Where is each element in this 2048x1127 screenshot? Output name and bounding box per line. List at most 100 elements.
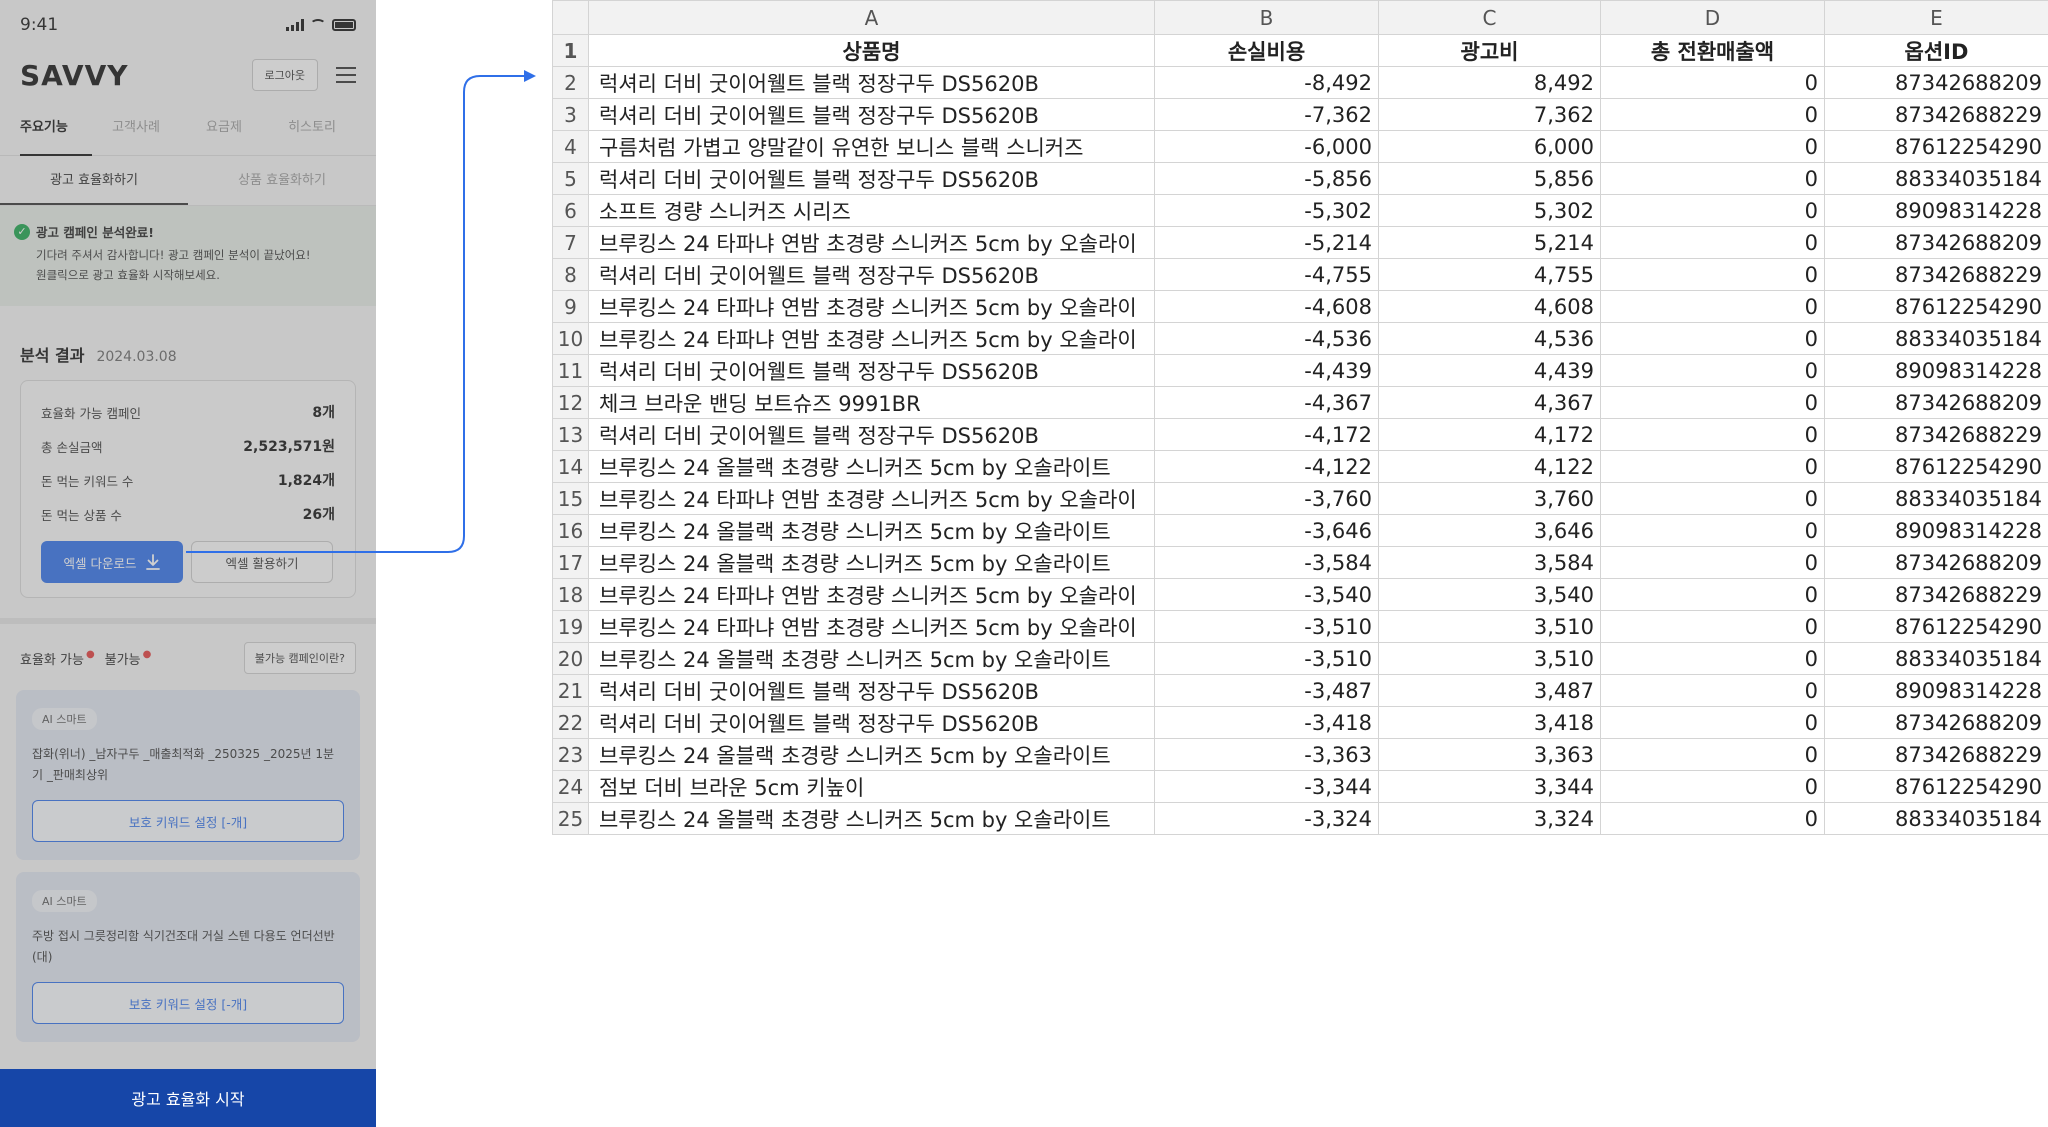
table-cell[interactable]: 3,510 — [1378, 610, 1601, 643]
table-cell[interactable]: 3,510 — [1378, 642, 1601, 675]
table-cell[interactable]: 87342688229 — [1824, 578, 2048, 611]
sub-tab-product-optimize[interactable]: 상품 효율화하기 — [188, 156, 376, 205]
table-cell[interactable]: 5,214 — [1378, 226, 1601, 259]
table-cell[interactable]: 5,856 — [1378, 162, 1601, 195]
row-number[interactable]: 21 — [552, 674, 589, 707]
row-number[interactable]: 22 — [552, 706, 589, 739]
table-cell[interactable]: 럭셔리 더비 굿이어웰트 블랙 정장구두 DS5620B — [588, 98, 1155, 131]
table-cell[interactable]: 0 — [1600, 482, 1825, 515]
row-number[interactable]: 4 — [552, 130, 589, 163]
table-cell[interactable]: 3,487 — [1378, 674, 1601, 707]
table-cell[interactable]: 럭셔리 더비 굿이어웰트 블랙 정장구두 DS5620B — [588, 258, 1155, 291]
table-cell[interactable]: 브루킹스 24 올블랙 초경량 스니커즈 5cm by 오솔라이트 — [588, 802, 1155, 835]
table-cell[interactable]: 0 — [1600, 738, 1825, 771]
table-cell[interactable]: 89098314228 — [1824, 354, 2048, 387]
table-cell[interactable]: 88334035184 — [1824, 802, 2048, 835]
header-cell[interactable]: 광고비 — [1378, 34, 1601, 67]
table-cell[interactable]: 0 — [1600, 194, 1825, 227]
table-cell[interactable]: 브루킹스 24 타파냐 연밤 초경량 스니커즈 5cm by 오솔라이 — [588, 290, 1155, 323]
table-cell[interactable]: -5,856 — [1154, 162, 1379, 195]
table-cell[interactable]: 4,536 — [1378, 322, 1601, 355]
savvy-logo[interactable]: SAVVY — [20, 59, 129, 92]
table-cell[interactable]: 럭셔리 더비 굿이어웰트 블랙 정장구두 DS5620B — [588, 66, 1155, 99]
table-cell[interactable]: 럭셔리 더비 굿이어웰트 블랙 정장구두 DS5620B — [588, 706, 1155, 739]
table-cell[interactable]: -3,646 — [1154, 514, 1379, 547]
column-header-a[interactable]: A — [588, 0, 1155, 35]
sub-tab-ad-optimize[interactable]: 광고 효율화하기 — [0, 156, 188, 205]
table-cell[interactable]: 브루킹스 24 올블랙 초경량 스니커즈 5cm by 오솔라이트 — [588, 642, 1155, 675]
table-cell[interactable]: 87342688229 — [1824, 98, 2048, 131]
table-cell[interactable]: 87612254290 — [1824, 770, 2048, 803]
table-cell[interactable]: 7,362 — [1378, 98, 1601, 131]
table-cell[interactable]: -3,584 — [1154, 546, 1379, 579]
table-cell[interactable]: 브루킹스 24 타파냐 연밤 초경량 스니커즈 5cm by 오솔라이 — [588, 226, 1155, 259]
table-cell[interactable]: 87342688229 — [1824, 258, 2048, 291]
table-cell[interactable]: 럭셔리 더비 굿이어웰트 블랙 정장구두 DS5620B — [588, 162, 1155, 195]
table-cell[interactable]: 3,344 — [1378, 770, 1601, 803]
row-number[interactable]: 3 — [552, 98, 589, 131]
table-cell[interactable]: 4,439 — [1378, 354, 1601, 387]
table-cell[interactable]: -7,362 — [1154, 98, 1379, 131]
header-cell[interactable]: 옵션ID — [1824, 34, 2048, 67]
impossible-campaign-info-button[interactable]: 불가능 캠페인이란? — [243, 642, 356, 674]
table-cell[interactable]: 0 — [1600, 450, 1825, 483]
select-all-corner[interactable] — [552, 0, 589, 35]
table-cell[interactable]: 럭셔리 더비 굿이어웰트 블랙 정장구두 DS5620B — [588, 418, 1155, 451]
table-cell[interactable]: -3,540 — [1154, 578, 1379, 611]
table-cell[interactable]: -3,510 — [1154, 642, 1379, 675]
logout-button[interactable]: 로그아웃 — [251, 59, 318, 91]
table-cell[interactable]: 럭셔리 더비 굿이어웰트 블랙 정장구두 DS5620B — [588, 354, 1155, 387]
row-number[interactable]: 23 — [552, 738, 589, 771]
table-cell[interactable]: 4,608 — [1378, 290, 1601, 323]
row-number[interactable]: 5 — [552, 162, 589, 195]
table-cell[interactable]: 87342688229 — [1824, 418, 2048, 451]
table-cell[interactable]: 0 — [1600, 642, 1825, 675]
table-cell[interactable]: 0 — [1600, 322, 1825, 355]
table-cell[interactable]: 브루킹스 24 타파냐 연밤 초경량 스니커즈 5cm by 오솔라이 — [588, 322, 1155, 355]
hamburger-menu-icon[interactable] — [336, 67, 356, 83]
table-cell[interactable]: 89098314228 — [1824, 194, 2048, 227]
table-cell[interactable]: 89098314228 — [1824, 514, 2048, 547]
table-cell[interactable]: 3,418 — [1378, 706, 1601, 739]
row-number[interactable]: 15 — [552, 482, 589, 515]
row-number[interactable]: 20 — [552, 642, 589, 675]
table-cell[interactable]: 87612254290 — [1824, 130, 2048, 163]
table-cell[interactable]: 0 — [1600, 226, 1825, 259]
table-cell[interactable]: 0 — [1600, 66, 1825, 99]
table-cell[interactable]: 0 — [1600, 386, 1825, 419]
table-cell[interactable]: -8,492 — [1154, 66, 1379, 99]
table-cell[interactable]: 소프트 경량 스니커즈 시리즈 — [588, 194, 1155, 227]
table-cell[interactable]: 4,367 — [1378, 386, 1601, 419]
table-cell[interactable]: 87342688209 — [1824, 386, 2048, 419]
table-cell[interactable]: -5,302 — [1154, 194, 1379, 227]
table-cell[interactable]: 87342688209 — [1824, 226, 2048, 259]
table-cell[interactable]: -3,760 — [1154, 482, 1379, 515]
column-header-d[interactable]: D — [1600, 0, 1825, 35]
table-cell[interactable]: 0 — [1600, 258, 1825, 291]
table-cell[interactable]: 브루킹스 24 타파냐 연밤 초경량 스니커즈 5cm by 오솔라이 — [588, 482, 1155, 515]
row-number[interactable]: 17 — [552, 546, 589, 579]
table-cell[interactable]: 0 — [1600, 674, 1825, 707]
nav-tab-cases[interactable]: 고객사례 — [92, 100, 180, 156]
table-cell[interactable]: 3,584 — [1378, 546, 1601, 579]
table-cell[interactable]: -4,367 — [1154, 386, 1379, 419]
nav-tab-pricing[interactable]: 요금제 — [180, 100, 268, 156]
row-number[interactable]: 13 — [552, 418, 589, 451]
row-number[interactable]: 1 — [552, 34, 589, 67]
row-number[interactable]: 2 — [552, 66, 589, 99]
header-cell[interactable]: 총 전환매출액 — [1600, 34, 1825, 67]
table-cell[interactable]: 87612254290 — [1824, 290, 2048, 323]
row-number[interactable]: 11 — [552, 354, 589, 387]
table-cell[interactable]: 0 — [1600, 610, 1825, 643]
table-cell[interactable]: -3,510 — [1154, 610, 1379, 643]
table-cell[interactable]: 88334035184 — [1824, 642, 2048, 675]
table-cell[interactable]: -4,755 — [1154, 258, 1379, 291]
table-cell[interactable]: 0 — [1600, 130, 1825, 163]
table-cell[interactable]: 럭셔리 더비 굿이어웰트 블랙 정장구두 DS5620B — [588, 674, 1155, 707]
row-number[interactable]: 24 — [552, 770, 589, 803]
table-cell[interactable]: 4,172 — [1378, 418, 1601, 451]
row-number[interactable]: 14 — [552, 450, 589, 483]
column-header-b[interactable]: B — [1154, 0, 1379, 35]
table-cell[interactable]: -4,608 — [1154, 290, 1379, 323]
table-cell[interactable]: -4,536 — [1154, 322, 1379, 355]
